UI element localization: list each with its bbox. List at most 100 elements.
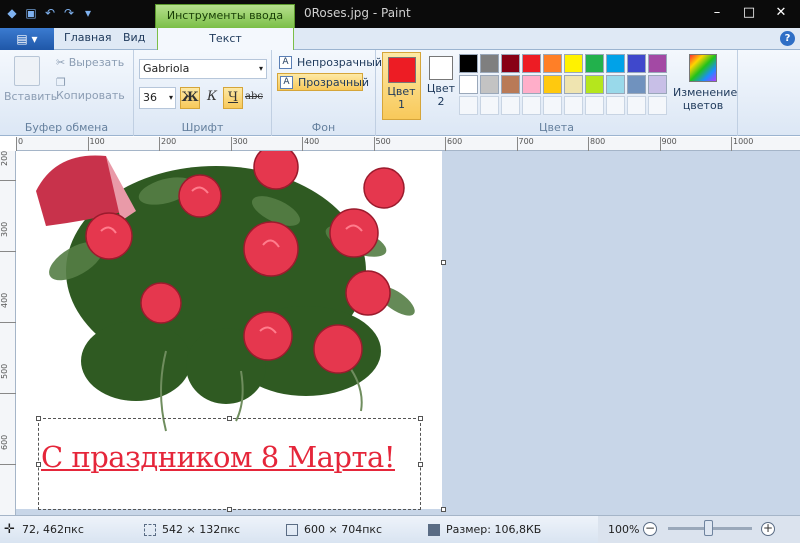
color2-button[interactable]: Цвет 2 [424,52,458,120]
ruler-tick-label: 0 [16,137,23,151]
quick-access-toolbar: ◆ ▣ ↶ ↷ ▾ [4,5,96,21]
ruler-tick-label: 200 [0,151,16,181]
resize-handle-tr[interactable] [418,416,423,421]
canvas-resize-handle-corner[interactable] [441,507,446,512]
copy-label: Копировать [56,89,125,102]
status-bar: ✛ 72, 462пкс 542 × 132пкс 600 × 704пкс Р… [0,515,800,543]
tab-view[interactable]: Вид [123,31,145,44]
palette-swatch[interactable] [627,54,646,73]
strikethrough-button[interactable]: abc [243,87,265,109]
resize-handle-tl[interactable] [36,416,41,421]
window-title: 0Roses.jpg - Paint [304,6,411,20]
greeting-text[interactable]: С праздником 8 Марта! [41,440,421,474]
canvas-resize-handle-right[interactable] [441,260,446,265]
ribbon: Вставить ✂ Вырезать ❐ Копировать Буфер о… [0,50,800,136]
ruler-tick-label: 1000 [731,137,753,151]
palette-empty-slot[interactable] [501,96,520,115]
underline-button[interactable]: Ч [223,87,243,109]
redo-icon[interactable]: ↷ [61,5,77,21]
paint-app-icon[interactable]: ◆ [4,5,20,21]
zoom-slider-thumb[interactable] [704,520,713,536]
maximize-button[interactable]: □ [736,4,762,22]
title-bar: ◆ ▣ ↶ ↷ ▾ Инструменты ввода текста 0Rose… [0,0,800,44]
palette-swatch[interactable] [606,75,625,94]
palette-swatch[interactable] [627,75,646,94]
palette-swatch[interactable] [501,75,520,94]
palette-swatch[interactable] [480,54,499,73]
font-size-value: 36 [143,91,157,104]
font-family-select[interactable]: Gabriola ▾ [139,59,267,79]
selection-size: 542 × 132пкс [144,523,240,536]
customize-qat-icon[interactable]: ▾ [80,5,96,21]
ruler-tick-label: 500 [0,364,16,394]
palette-swatch[interactable] [648,75,667,94]
tab-home[interactable]: Главная [64,31,112,44]
palette-swatch[interactable] [585,75,604,94]
palette-swatch[interactable] [480,75,499,94]
palette-empty-slot[interactable] [543,96,562,115]
palette-empty-slot[interactable] [480,96,499,115]
palette-swatch[interactable] [543,54,562,73]
chevron-down-icon: ▾ [258,64,263,73]
minimize-button[interactable]: – [704,4,730,22]
image-size-icon [286,524,298,536]
cut-label: Вырезать [68,56,125,69]
color1-number: 1 [398,98,405,111]
resize-handle-t[interactable] [227,416,232,421]
palette-empty-slot[interactable] [564,96,583,115]
font-family-value: Gabriola [143,62,190,75]
zoom-in-button[interactable]: + [761,522,775,536]
palette-empty-slot[interactable] [585,96,604,115]
cursor-position: ✛ 72, 462пкс [4,522,84,537]
palette-swatch[interactable] [585,54,604,73]
close-button[interactable]: ✕ [768,4,794,22]
edit-colors-label-1: Изменение [673,86,738,99]
palette-swatch[interactable] [564,54,583,73]
undo-icon[interactable]: ↶ [42,5,58,21]
paste-button[interactable]: Вставить [4,90,57,103]
paste-icon[interactable] [14,56,40,86]
save-icon[interactable]: ▣ [23,5,39,21]
opaque-label: Непрозрачный [297,56,383,69]
ruler-tick-label: 500 [373,137,391,151]
copy-button[interactable]: ❐ Копировать [56,76,133,102]
palette-empty-slot[interactable] [606,96,625,115]
italic-button[interactable]: К [202,87,222,109]
image-size-value: 600 × 704пкс [304,523,383,536]
palette-swatch[interactable] [522,54,541,73]
zoom-out-button[interactable]: − [643,522,657,536]
palette-swatch[interactable] [564,75,583,94]
palette-empty-slot[interactable] [627,96,646,115]
color1-button[interactable]: Цвет 1 [382,52,421,120]
palette-empty-slot[interactable] [522,96,541,115]
horizontal-ruler: 0 100 200 300 400 500 600 700 800 900 1000 [16,137,800,151]
ribbon-tab-row: ▤ ▾ Главная Вид Текст ? [0,27,800,50]
resize-handle-b[interactable] [227,507,232,512]
palette-swatch[interactable] [522,75,541,94]
opaque-option[interactable]: A Непрозрачный [277,54,382,72]
crosshair-icon: ✛ [4,522,15,537]
help-icon[interactable]: ? [780,31,795,46]
transparent-option[interactable]: A Прозрачный [277,73,369,91]
palette-swatch[interactable] [459,54,478,73]
palette-swatch[interactable] [501,54,520,73]
transparent-icon: A [280,76,293,89]
color1-swatch [387,57,416,83]
edit-colors-button[interactable]: Изменение цветов [673,52,738,120]
cut-button[interactable]: ✂ Вырезать [56,56,124,69]
paint-menu-button[interactable]: ▤ ▾ [0,28,54,50]
bold-button[interactable]: Ж [180,87,200,109]
color2-swatch [429,56,453,80]
palette-swatch[interactable] [606,54,625,73]
tab-text[interactable]: Текст [157,27,294,50]
context-tab-text-tools: Инструменты ввода текста [155,4,295,44]
palette-empty-slot[interactable] [648,96,667,115]
font-size-select[interactable]: 36 ▾ [139,87,176,109]
palette-swatch[interactable] [543,75,562,94]
palette-swatch[interactable] [648,54,667,73]
palette-swatch[interactable] [459,75,478,94]
colors-group-label: Цвета [539,121,574,134]
palette-empty-slot[interactable] [459,96,478,115]
clipboard-group-label: Буфер обмена [24,121,109,134]
color-spectrum-icon [689,54,717,82]
